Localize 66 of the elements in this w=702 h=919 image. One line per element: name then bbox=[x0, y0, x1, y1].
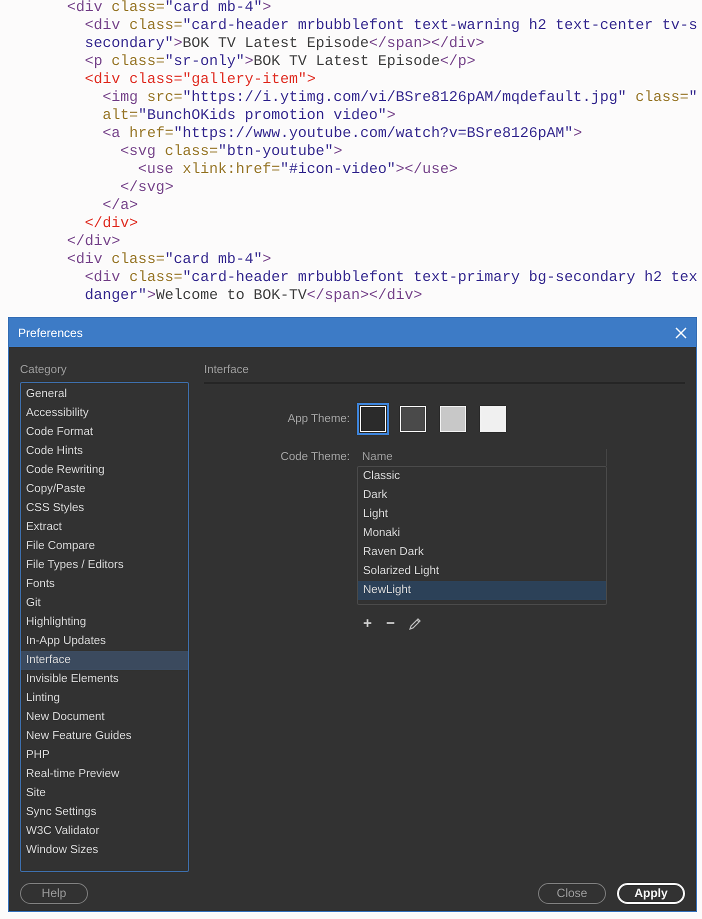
code-line: <div class="card-header mrbubblefont text-warning h2 text-center tv-s bbox=[84, 17, 698, 35]
category-item[interactable]: Accessibility bbox=[21, 404, 188, 423]
window-title: Preferences bbox=[18, 326, 83, 340]
pencil-icon[interactable] bbox=[408, 616, 422, 630]
category-item[interactable]: Copy/Paste bbox=[21, 480, 188, 499]
theme-swatch[interactable] bbox=[357, 403, 389, 435]
code-line: <div class="card-header mrbubblefont text-primary bg-secondary h2 tex bbox=[84, 269, 698, 287]
code-line: <div class="card mb-4"> bbox=[67, 251, 272, 269]
code-line: </div> bbox=[84, 215, 140, 233]
apply-button[interactable]: Apply bbox=[617, 882, 685, 904]
code-line: alt="BunchOKids promotion video"> bbox=[102, 107, 397, 125]
category-item[interactable]: Code Format bbox=[21, 423, 188, 442]
category-item[interactable]: Highlighting bbox=[21, 613, 188, 632]
category-item[interactable]: New Document bbox=[21, 708, 188, 727]
category-item[interactable]: Git bbox=[21, 594, 188, 613]
category-item[interactable]: Sync Settings bbox=[21, 803, 188, 822]
code-line: <use xlink:href="#icon-video"></use> bbox=[137, 161, 459, 179]
list-tool-button[interactable]: − bbox=[385, 615, 396, 632]
code-line: secondary">BOK TV Latest Episode</span></div> bbox=[84, 35, 486, 53]
dialog-button[interactable]: Help bbox=[20, 882, 88, 904]
code-line: </div> bbox=[67, 233, 122, 251]
dialog-button[interactable]: Close bbox=[538, 882, 606, 904]
code-line: <div class="card mb-4"> bbox=[67, 0, 272, 17]
category-item[interactable]: Code Rewriting bbox=[21, 461, 188, 480]
code-line: <svg class="btn-youtube"> bbox=[119, 143, 344, 161]
theme-item[interactable]: Light bbox=[358, 505, 606, 524]
category-item[interactable]: Linting bbox=[21, 689, 188, 708]
theme-item[interactable]: Solarized Light bbox=[358, 562, 606, 581]
category-item[interactable]: Real-time Preview bbox=[21, 765, 188, 784]
column-header[interactable]: Name bbox=[357, 449, 607, 466]
theme-item[interactable]: NewLight bbox=[358, 581, 606, 600]
category-item[interactable]: Window Sizes bbox=[21, 841, 188, 860]
theme-item[interactable]: Dark bbox=[358, 486, 606, 505]
code-line: <div class="gallery-item"> bbox=[84, 71, 317, 89]
category-item[interactable]: W3C Validator bbox=[21, 822, 188, 841]
category-item[interactable]: Interface bbox=[21, 651, 188, 670]
theme-item[interactable]: Raven Dark bbox=[358, 543, 606, 562]
category-item[interactable]: Site bbox=[21, 784, 188, 803]
category-item[interactable]: General bbox=[21, 385, 188, 404]
category-item[interactable]: PHP bbox=[21, 746, 188, 765]
category-item[interactable]: File Types / Editors bbox=[21, 556, 188, 575]
code-line: <a href="https://www.youtube.com/watch?v=BSre8126pAM"> bbox=[102, 125, 584, 143]
category-item[interactable]: File Compare bbox=[21, 537, 188, 556]
theme-swatch[interactable] bbox=[397, 403, 429, 435]
code-line: danger">Welcome to BOK-TV</span></div> bbox=[84, 287, 424, 305]
panel-header: Interface bbox=[204, 357, 685, 384]
field-label: Code Theme: bbox=[280, 450, 350, 463]
category-item[interactable]: New Feature Guides bbox=[21, 727, 188, 746]
category-item[interactable]: Extract bbox=[21, 518, 188, 537]
close-icon[interactable] bbox=[675, 326, 687, 338]
category-item[interactable]: In-App Updates bbox=[21, 632, 188, 651]
code-line: </svg> bbox=[119, 179, 175, 197]
code-line: </a> bbox=[102, 197, 140, 215]
code-line: <img src="https://i.ytimg.com/vi/BSre8126pAM/mqdefault.jpg" class=" bbox=[102, 89, 699, 107]
list-tool-button[interactable]: + bbox=[362, 615, 373, 632]
theme-item[interactable]: Monaki bbox=[358, 524, 606, 543]
field-label: App Theme: bbox=[286, 413, 350, 425]
theme-swatch[interactable] bbox=[477, 403, 509, 435]
category-item[interactable]: Invisible Elements bbox=[21, 670, 188, 689]
code-line: <p class="sr-only">BOK TV Latest Episode</p> bbox=[84, 53, 477, 71]
category-item[interactable]: Fonts bbox=[21, 575, 188, 594]
theme-item[interactable]: Classic bbox=[358, 467, 606, 486]
section-label: Category bbox=[20, 364, 67, 376]
category-item[interactable]: CSS Styles bbox=[21, 499, 188, 518]
theme-swatch[interactable] bbox=[437, 403, 469, 435]
category-item[interactable]: Code Hints bbox=[21, 442, 188, 461]
